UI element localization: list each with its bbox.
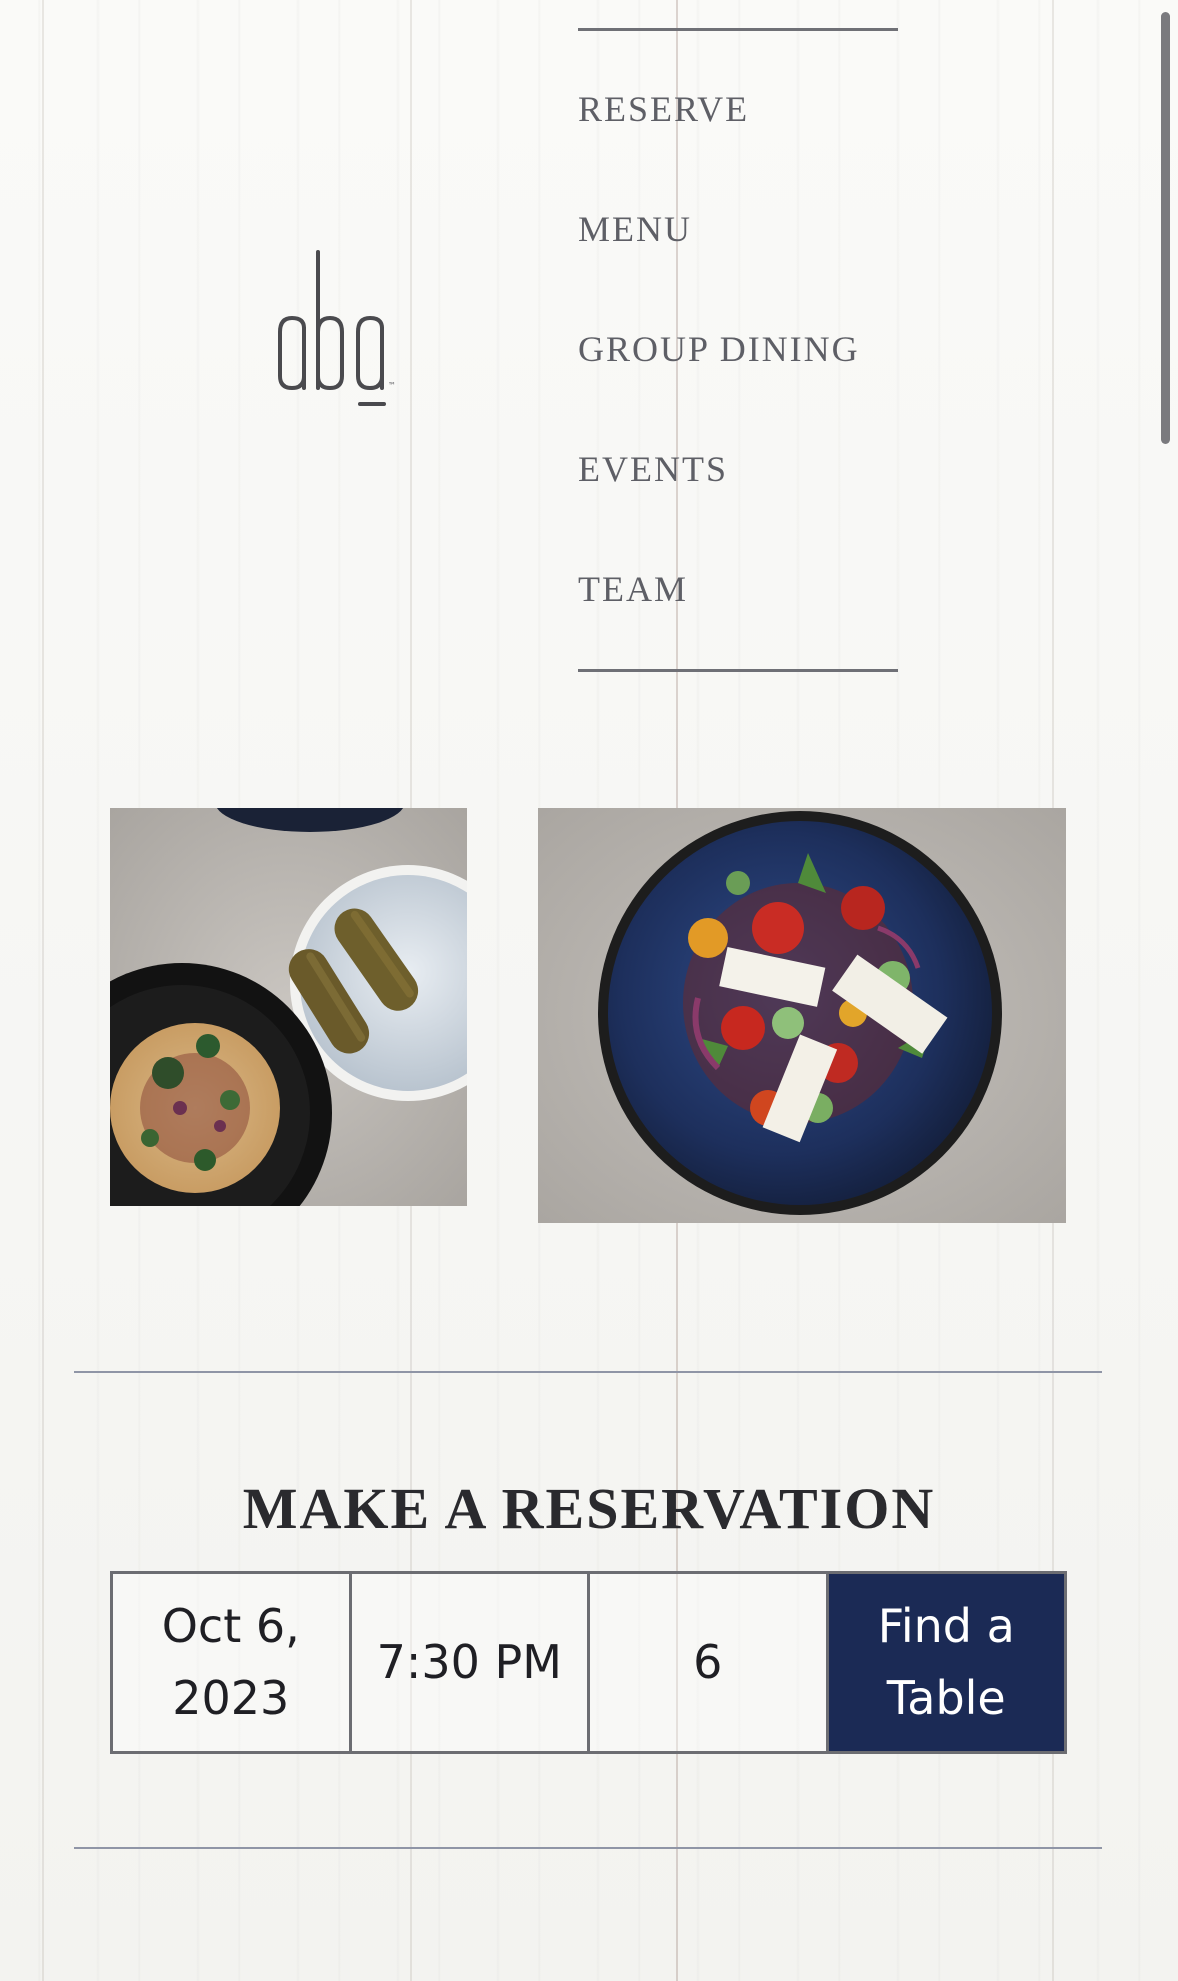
nav-item-menu[interactable]: MENU [578, 171, 898, 291]
reservation-form: Oct 6, 2023 7:30 PM 6 Find a Table [110, 1571, 1067, 1754]
party-size-picker[interactable]: 6 [590, 1574, 829, 1751]
nav-item-team[interactable]: TEAM [578, 531, 898, 651]
food-photo-hummus-grape-leaves [110, 808, 467, 1206]
time-value: 7:30 PM [376, 1634, 562, 1689]
section-divider-top [74, 1371, 1102, 1373]
page-scrollbar[interactable] [1161, 12, 1170, 444]
reservation-heading: MAKE A RESERVATION [242, 1476, 936, 1541]
party-size-value: 6 [693, 1634, 723, 1689]
find-a-table-button[interactable]: Find a Table [828, 1574, 1064, 1751]
nav-item-events[interactable]: EVENTS [578, 411, 898, 531]
wood-grain [42, 0, 44, 1981]
date-picker[interactable]: Oct 6, 2023 [113, 1574, 352, 1751]
trademark-mark: ™ [388, 381, 396, 390]
aba-logo[interactable]: ™ [270, 248, 450, 418]
nav-item-group-dining[interactable]: GROUP DINING [578, 291, 898, 411]
food-photo-greek-salad [538, 808, 1066, 1223]
main-navigation: RESERVE MENU GROUP DINING EVENTS TEAM [578, 28, 898, 672]
time-picker[interactable]: 7:30 PM [352, 1574, 590, 1751]
nav-bottom-divider [578, 669, 898, 672]
find-a-table-label: Find a Table [877, 1599, 1015, 1725]
nav-item-reserve[interactable]: RESERVE [578, 51, 898, 171]
section-divider-bottom [74, 1847, 1102, 1849]
date-value: Oct 6, 2023 [161, 1599, 300, 1725]
